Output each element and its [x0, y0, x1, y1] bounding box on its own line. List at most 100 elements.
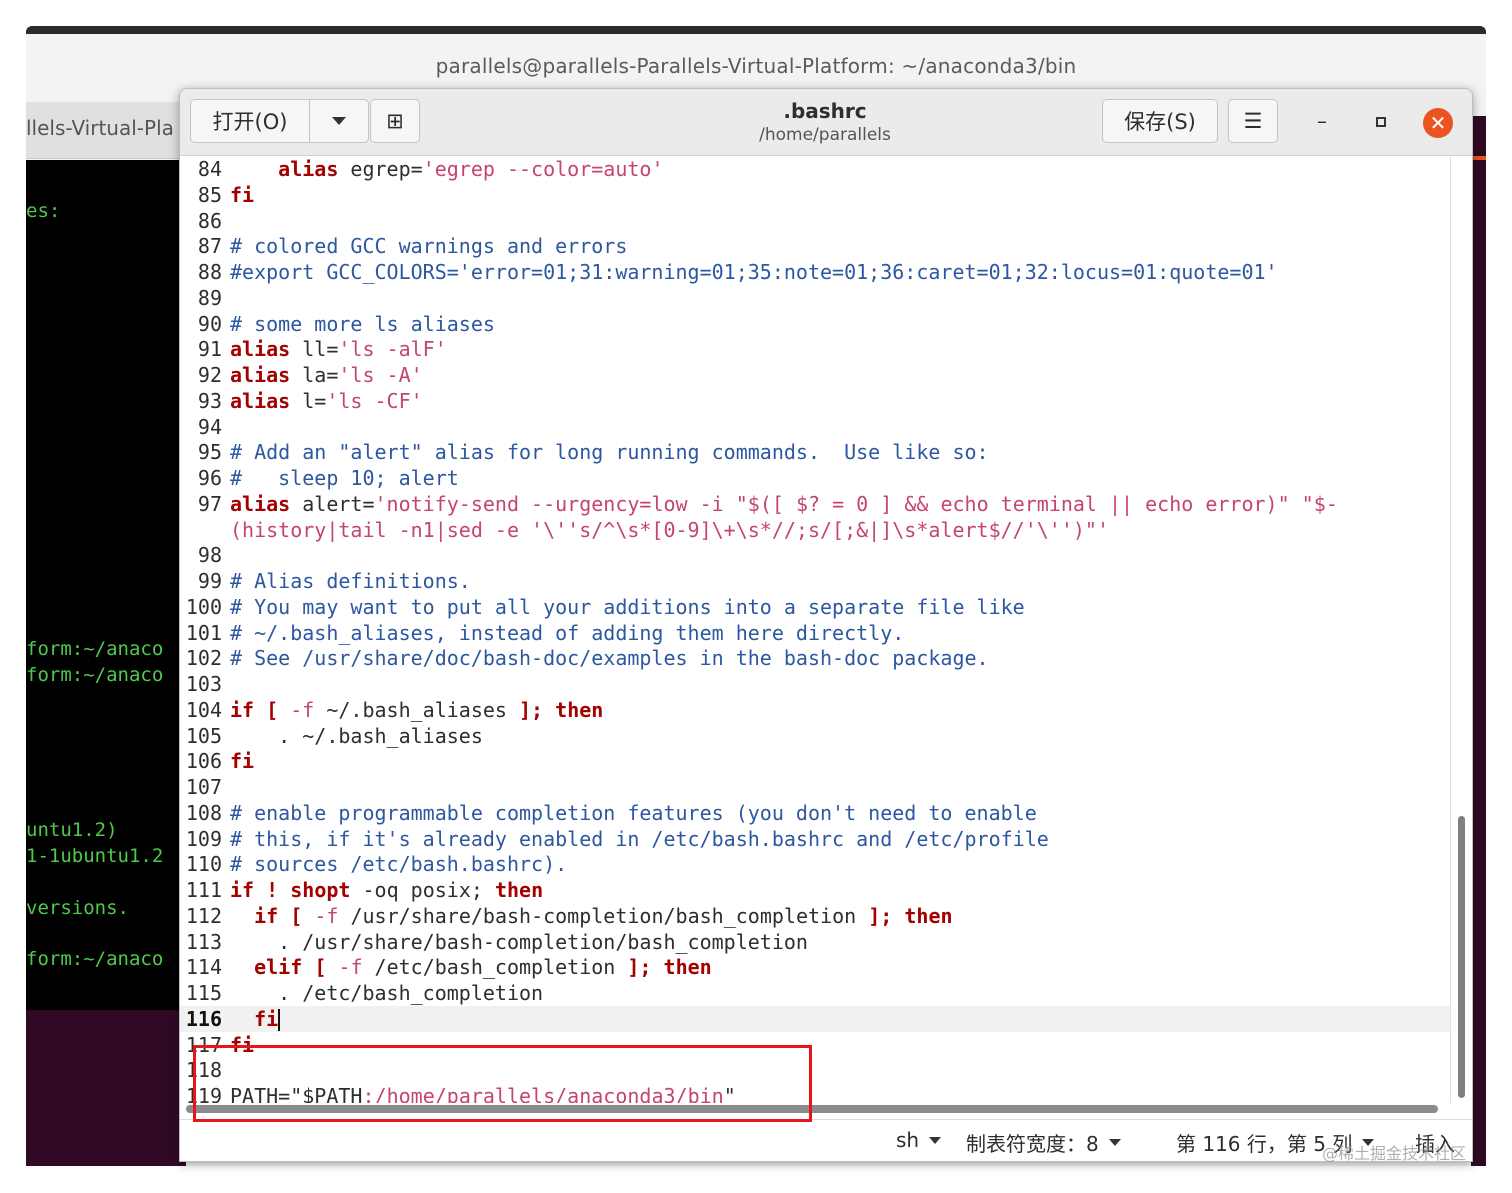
code-token: egrep=: [338, 157, 423, 181]
code-token: ];: [519, 697, 544, 722]
code-line[interactable]: 86: [180, 208, 1450, 234]
chevron-down-icon: [332, 117, 346, 125]
code-line[interactable]: 112 if [ -f /usr/share/bash-completion/b…: [180, 903, 1450, 929]
code-line[interactable]: 94: [180, 414, 1450, 440]
code-token: -oq posix;: [350, 878, 495, 902]
save-button[interactable]: 保存(S): [1102, 99, 1218, 143]
code-line[interactable]: 99 # Alias definitions.: [180, 568, 1450, 594]
chevron-down-icon: [1108, 1139, 1121, 1146]
line-number: 101: [185, 620, 222, 645]
code-line[interactable]: 92 alias la='ls -A': [180, 362, 1450, 388]
code-token: # sources /etc/bash.bashrc).: [230, 852, 568, 877]
open-recent-dropdown[interactable]: [309, 99, 369, 143]
terminal-line: 1-1ubuntu1.2: [26, 845, 164, 867]
line-number: 108: [185, 800, 222, 825]
code-line[interactable]: 102 # See /usr/share/doc/bash-doc/example…: [180, 645, 1450, 671]
text-editor[interactable]: 84 alias egrep='egrep --color=auto' 85 fi 8…: [180, 156, 1450, 1103]
code-line[interactable]: 110 # sources /etc/bash.bashrc).: [180, 851, 1450, 877]
terminal-tab[interactable]: llels-Virtual-Pla: [26, 102, 180, 159]
code-line[interactable]: 111 if ! shopt -oq posix; then: [180, 877, 1450, 903]
code-line[interactable]: 87 # colored GCC warnings and errors: [180, 233, 1450, 259]
code-token: [: [266, 697, 279, 722]
code-line[interactable]: 90 # some more ls aliases: [180, 311, 1450, 337]
close-button[interactable]: ✕: [1423, 108, 1453, 138]
code-token: alias: [230, 337, 291, 362]
code-text: # See /usr/share/doc/bash-doc/examples i…: [230, 645, 989, 671]
code-token: . ~/.bash_aliases: [230, 723, 483, 748]
line-number: 90: [197, 311, 222, 336]
code-token: ];: [868, 903, 893, 928]
code-token: 'ls -CF': [326, 388, 423, 413]
code-text: fi: [230, 748, 254, 774]
line-number: 106: [185, 749, 222, 774]
code-line[interactable]: 107: [180, 774, 1450, 800]
line-number: 86: [197, 208, 222, 233]
code-token: -f: [326, 955, 363, 980]
code-line[interactable]: 88 #export GCC_COLORS='error=01;31:warnin…: [180, 259, 1450, 285]
code-line[interactable]: 101 # ~/.bash_aliases, instead of adding …: [180, 620, 1450, 646]
code-line[interactable]: 114 elif [ -f /etc/bash_completion ]; th…: [180, 954, 1450, 980]
code-line[interactable]: 113 . /usr/share/bash-completion/bash_co…: [180, 929, 1450, 955]
code-token: 'ls -A': [338, 363, 423, 387]
code-token: ~/.bash_aliases: [314, 697, 520, 722]
hamburger-menu-button[interactable]: ☰: [1228, 99, 1278, 143]
code-text: (history|tail -n1|sed -e '\''s/^\s*[0-9]…: [230, 517, 1109, 543]
terminal-output[interactable]: es: form:~/anaco form:~/anaco untu1.2) 1…: [26, 160, 186, 1010]
line-number: 102: [185, 646, 222, 671]
code-text: # sleep 10; alert: [230, 465, 459, 491]
code-line[interactable]: 100 # You may want to put all your additi…: [180, 594, 1450, 620]
code-token: if: [230, 697, 255, 722]
code-line[interactable]: 85 fi: [180, 182, 1450, 208]
document-title-area: .bashrc /home/parallels: [630, 99, 1020, 145]
code-text: # You may want to put all your additions…: [230, 594, 1025, 620]
line-number: 99: [197, 569, 222, 593]
code-line[interactable]: 91 alias ll='ls -alF': [180, 336, 1450, 362]
code-line[interactable]: 116 fi: [180, 1005, 1450, 1032]
code-line[interactable]: 95 # Add an "alert" alias for long runnin…: [180, 439, 1450, 465]
code-token: # Add an "alert" alias for long running …: [230, 440, 989, 465]
language-selector[interactable]: sh: [896, 1128, 942, 1152]
line-number: 116: [185, 1006, 222, 1031]
code-token: [: [314, 955, 327, 980]
code-line[interactable]: 115 . /etc/bash_completion: [180, 980, 1450, 1006]
code-line[interactable]: 84 alias egrep='egrep --color=auto': [180, 156, 1450, 182]
code-text: # Alias definitions.: [230, 568, 471, 594]
document-title: .bashrc: [783, 99, 867, 123]
code-line[interactable]: 103: [180, 671, 1450, 697]
code-line[interactable]: 89: [180, 285, 1450, 311]
code-token: 'notify-send --urgency=low -i "$([ $? = …: [374, 491, 1338, 516]
code-text: # this, if it's already enabled in /etc/…: [230, 826, 1049, 852]
line-number: 111: [185, 878, 222, 902]
code-line[interactable]: 96 # sleep 10; alert: [180, 465, 1450, 491]
code-text: alias la='ls -A': [230, 362, 423, 388]
code-line[interactable]: 93 alias l='ls -CF': [180, 388, 1450, 414]
code-line[interactable]: (history|tail -n1|sed -e '\''s/^\s*[0-9]…: [180, 517, 1450, 543]
code-text: . ~/.bash_aliases: [230, 723, 483, 749]
code-token: ll=: [290, 337, 339, 362]
code-text: if [ -f ~/.bash_aliases ]; then: [230, 697, 603, 723]
terminal-line: es:: [26, 200, 61, 222]
code-line[interactable]: 97 alias alert='notify-send --urgency=low…: [180, 491, 1450, 517]
minimize-button[interactable]: –: [1308, 109, 1336, 137]
code-line[interactable]: 104 if [ -f ~/.bash_aliases ]; then: [180, 697, 1450, 723]
open-button[interactable]: 打开(O): [190, 99, 310, 143]
code-token: then: [555, 697, 604, 722]
code-line[interactable]: 108 # enable programmable completion feat…: [180, 800, 1450, 826]
new-tab-button[interactable]: ⊞: [370, 99, 420, 143]
code-text: alias egrep='egrep --color=auto': [230, 156, 663, 182]
line-number: 105: [185, 723, 222, 748]
code-line[interactable]: 98: [180, 542, 1450, 568]
maximize-button[interactable]: [1368, 109, 1396, 137]
code-line[interactable]: 106 fi: [180, 748, 1450, 774]
code-line[interactable]: 105 . ~/.bash_aliases: [180, 723, 1450, 749]
line-number: 91: [197, 337, 222, 362]
vertical-scrollbar-thumb[interactable]: [1458, 816, 1465, 1098]
line-number: 112: [185, 903, 222, 928]
tab-width-selector[interactable]: 制表符宽度：8: [966, 1128, 1121, 1157]
code-line[interactable]: 109 # this, if it's already enabled in /e…: [180, 826, 1450, 852]
new-document-icon: ⊞: [386, 109, 404, 133]
code-token: if: [230, 878, 255, 902]
